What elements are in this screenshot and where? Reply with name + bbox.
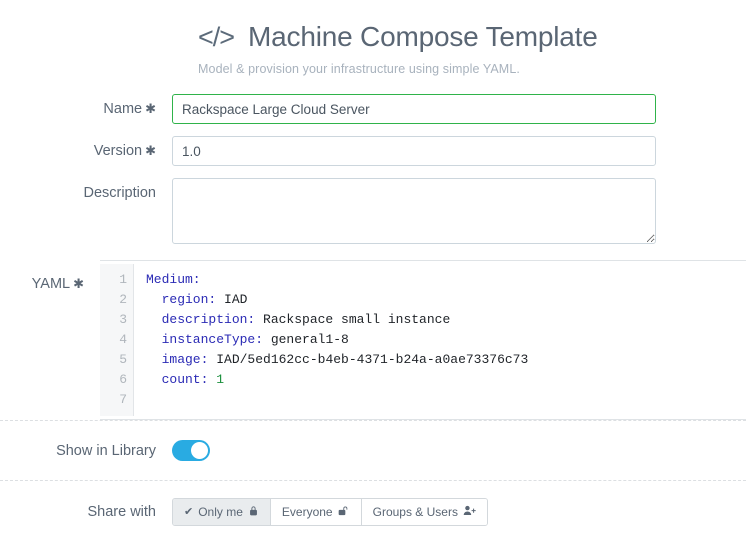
yaml-label: YAML ✱ — [0, 260, 100, 292]
yaml-key: Medium: — [146, 272, 201, 287]
description-label-text: Description — [83, 185, 156, 201]
user-plus-icon — [463, 505, 476, 519]
share-option-only-me[interactable]: ✔ Only me — [173, 499, 270, 525]
share-with-row: Share with ✔ Only me Everyone Groups & User… — [0, 481, 746, 543]
required-asterisk-version: ✱ — [145, 144, 156, 159]
version-label: Version ✱ — [0, 136, 172, 159]
yaml-editor[interactable]: 1 2 3 4 5 6 7 Medium: region: IAD description:… — [100, 260, 746, 420]
field-row-name: Name ✱ — [0, 94, 746, 124]
yaml-value: Rackspace small instance — [255, 312, 451, 327]
share-option-groups-users[interactable]: Groups & Users — [360, 499, 487, 525]
yaml-code-content[interactable]: Medium: region: IAD description: Rackspa… — [134, 264, 746, 416]
yaml-key: image: — [146, 352, 209, 367]
required-asterisk-yaml: ✱ — [73, 277, 84, 292]
yaml-line: description: Rackspace small instance — [146, 310, 746, 330]
lock-open-icon — [338, 505, 350, 519]
share-option-label: Groups & Users — [372, 505, 458, 519]
yaml-value: general1-8 — [263, 332, 349, 347]
yaml-key: description: — [146, 312, 256, 327]
show-in-library-label: Show in Library — [56, 442, 156, 459]
yaml-line-number: 2 — [119, 292, 127, 307]
field-row-yaml: YAML ✱ 1 2 3 4 5 6 7 Medium: region: IAD descri… — [0, 260, 746, 420]
name-label: Name ✱ — [0, 94, 172, 117]
description-textarea[interactable] — [172, 178, 656, 244]
yaml-value: IAD/5ed162cc-b4eb-4371-b24a-a0ae73376c73 — [208, 352, 529, 367]
template-form: Name✱ Version✱ Description YAML✱ 1234567 — [0, 94, 746, 420]
lock-closed-icon — [248, 505, 259, 519]
version-input[interactable] — [172, 136, 656, 166]
yaml-line-number: 5 — [119, 352, 127, 367]
yaml-value: 1 — [208, 372, 225, 387]
yaml-line: Medium: — [146, 270, 746, 290]
yaml-key: instanceType: — [146, 332, 264, 347]
name-field-wrap — [172, 94, 746, 124]
field-row-description: Description — [0, 178, 746, 244]
name-input[interactable] — [172, 94, 656, 124]
yaml-key: count: — [146, 372, 209, 387]
show-in-library-toggle[interactable] — [172, 440, 210, 461]
required-asterisk-name: ✱ — [145, 102, 156, 117]
page-header: </> Machine Compose Template Model & pro… — [0, 0, 746, 76]
share-option-label: Everyone — [281, 505, 333, 519]
description-field-wrap — [172, 178, 746, 244]
yaml-line-numbers: 1 2 3 4 5 6 7 — [100, 264, 134, 416]
yaml-line: instanceType: general1-8 — [146, 330, 746, 350]
version-label-text: Version — [93, 143, 143, 159]
page-subtitle: Model & provision your infrastructure us… — [198, 62, 520, 76]
yaml-editor-body: 1 2 3 4 5 6 7 Medium: region: IAD description:… — [100, 264, 746, 416]
field-row-version: Version ✱ — [0, 136, 746, 166]
show-in-library-row: Show in Library — [0, 421, 746, 480]
version-field-wrap — [172, 136, 746, 166]
yaml-line: count: 1 — [146, 370, 746, 390]
yaml-line-number: 4 — [119, 332, 127, 347]
yaml-line-number: 6 — [119, 372, 127, 387]
share-with-button-group: ✔ Only me Everyone Groups & Users — [172, 498, 488, 526]
toggle-knob — [191, 442, 208, 459]
check-icon: ✔ — [184, 505, 194, 518]
yaml-line: image: IAD/5ed162cc-b4eb-4371-b24a-a0ae7… — [146, 350, 746, 370]
share-option-everyone[interactable]: Everyone — [269, 499, 361, 525]
code-brackets-icon: </> — [198, 22, 235, 52]
share-option-label: Only me — [198, 505, 243, 519]
name-label-text: Name — [103, 101, 143, 117]
yaml-line-number: 3 — [119, 312, 127, 327]
share-with-label: Share with — [87, 504, 156, 520]
yaml-key: region: — [146, 292, 217, 307]
yaml-line: region: IAD — [146, 290, 746, 310]
yaml-line — [146, 390, 746, 410]
yaml-line-number: 7 — [119, 392, 127, 407]
title-row: </> Machine Compose Template — [198, 21, 746, 53]
yaml-label-text: YAML — [31, 276, 71, 292]
page-title: Machine Compose Template — [248, 21, 598, 52]
description-label: Description — [0, 178, 172, 201]
yaml-line-number: 1 — [119, 272, 127, 287]
yaml-value: IAD — [216, 292, 248, 307]
